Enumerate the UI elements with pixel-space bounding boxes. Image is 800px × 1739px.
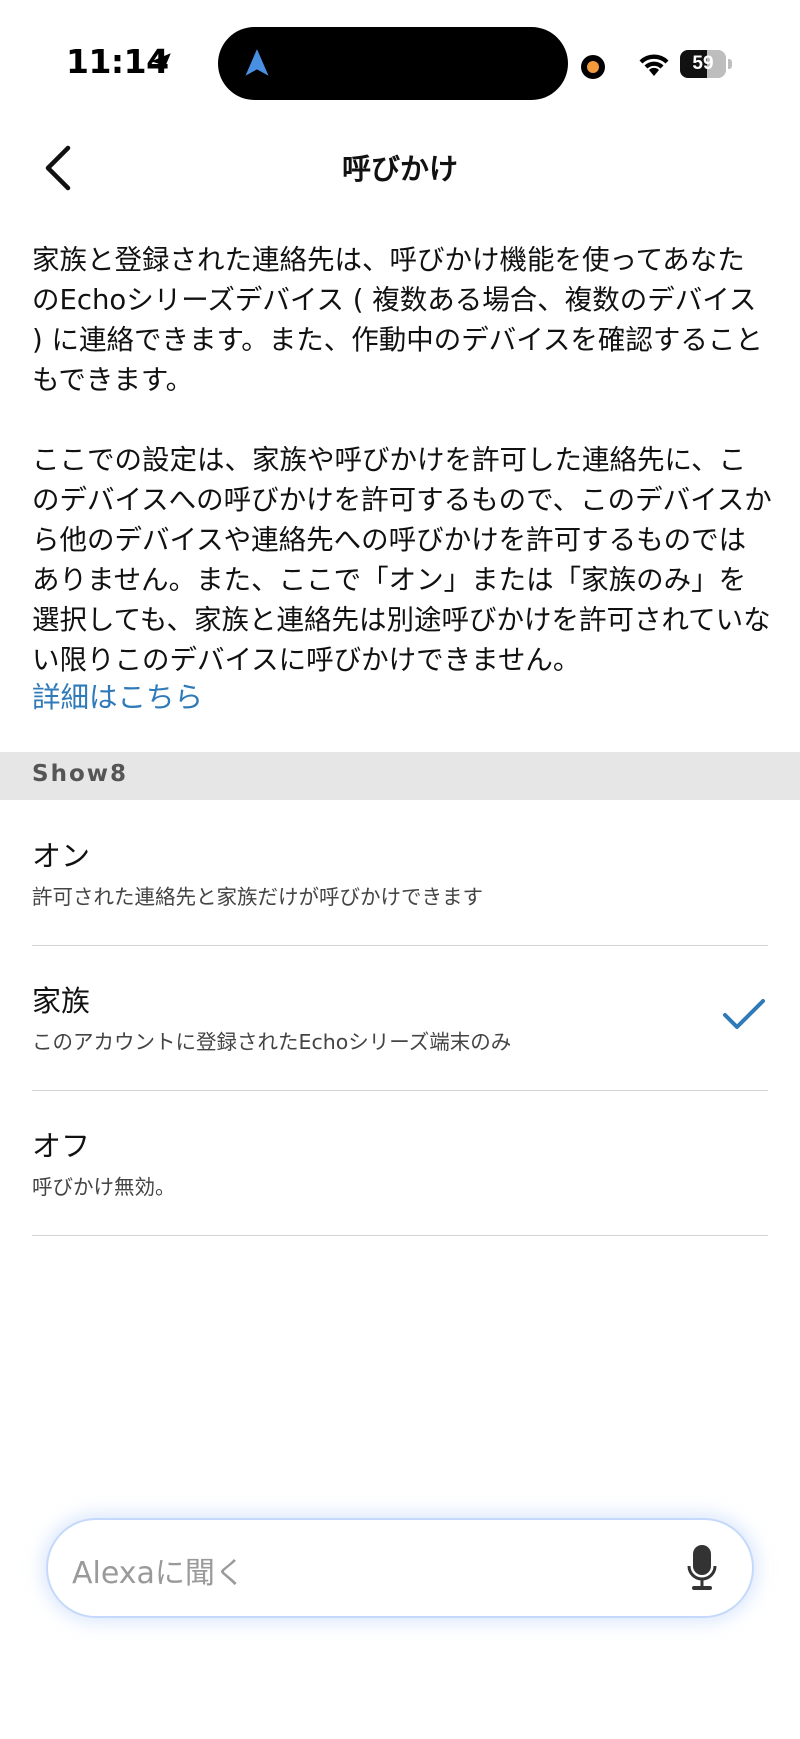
option-title: オン <box>32 839 91 873</box>
location-arrow-icon <box>151 53 171 73</box>
page-title: 呼びかけ <box>341 152 458 186</box>
camera-indicator-icon <box>581 55 605 79</box>
page-header: 呼びかけ <box>0 128 800 208</box>
navigation-arrow-icon <box>245 49 269 76</box>
ask-alexa-bar[interactable]: Alexaに聞く <box>48 1520 752 1616</box>
battery-icon: 59 <box>680 50 732 78</box>
description-paragraph-2: ここでの設定は、家族や呼びかけを許可した連絡先に、このデバイスへの呼びかけを許可… <box>32 444 772 676</box>
option-title: 家族 <box>32 984 91 1018</box>
wifi-icon <box>639 54 669 76</box>
option-title: オフ <box>32 1129 91 1163</box>
status-bar: 11:14 59 <box>0 0 800 120</box>
option-subtitle: 許可された連絡先と家族だけが呼びかけできます <box>32 885 483 909</box>
battery-level: 59 <box>692 53 714 74</box>
option-on[interactable]: オン 許可された連絡先と家族だけが呼びかけできます <box>32 800 768 946</box>
option-family[interactable]: 家族 このアカウントに登録されたEchoシリーズ端末のみ <box>32 945 768 1091</box>
battery-body: 59 <box>680 50 726 78</box>
battery-cap <box>728 59 732 69</box>
option-subtitle: 呼びかけ無効。 <box>32 1175 176 1199</box>
device-name-label: Show8 <box>32 761 128 787</box>
option-subtitle: このアカウントに登録されたEchoシリーズ端末のみ <box>32 1030 512 1054</box>
checkmark-icon <box>723 999 765 1029</box>
learn-more-link[interactable]: 詳細はこちら <box>32 678 203 718</box>
device-section-header: Show8 <box>0 752 800 800</box>
microphone-icon[interactable] <box>686 1544 718 1592</box>
option-off[interactable]: オフ 呼びかけ無効。 <box>32 1090 768 1236</box>
description-paragraph-1: 家族と登録された連絡先は、呼びかけ機能を使ってあなたのEchoシリーズデバイス … <box>32 244 763 396</box>
ask-alexa-placeholder: Alexaに聞く <box>72 1556 245 1591</box>
